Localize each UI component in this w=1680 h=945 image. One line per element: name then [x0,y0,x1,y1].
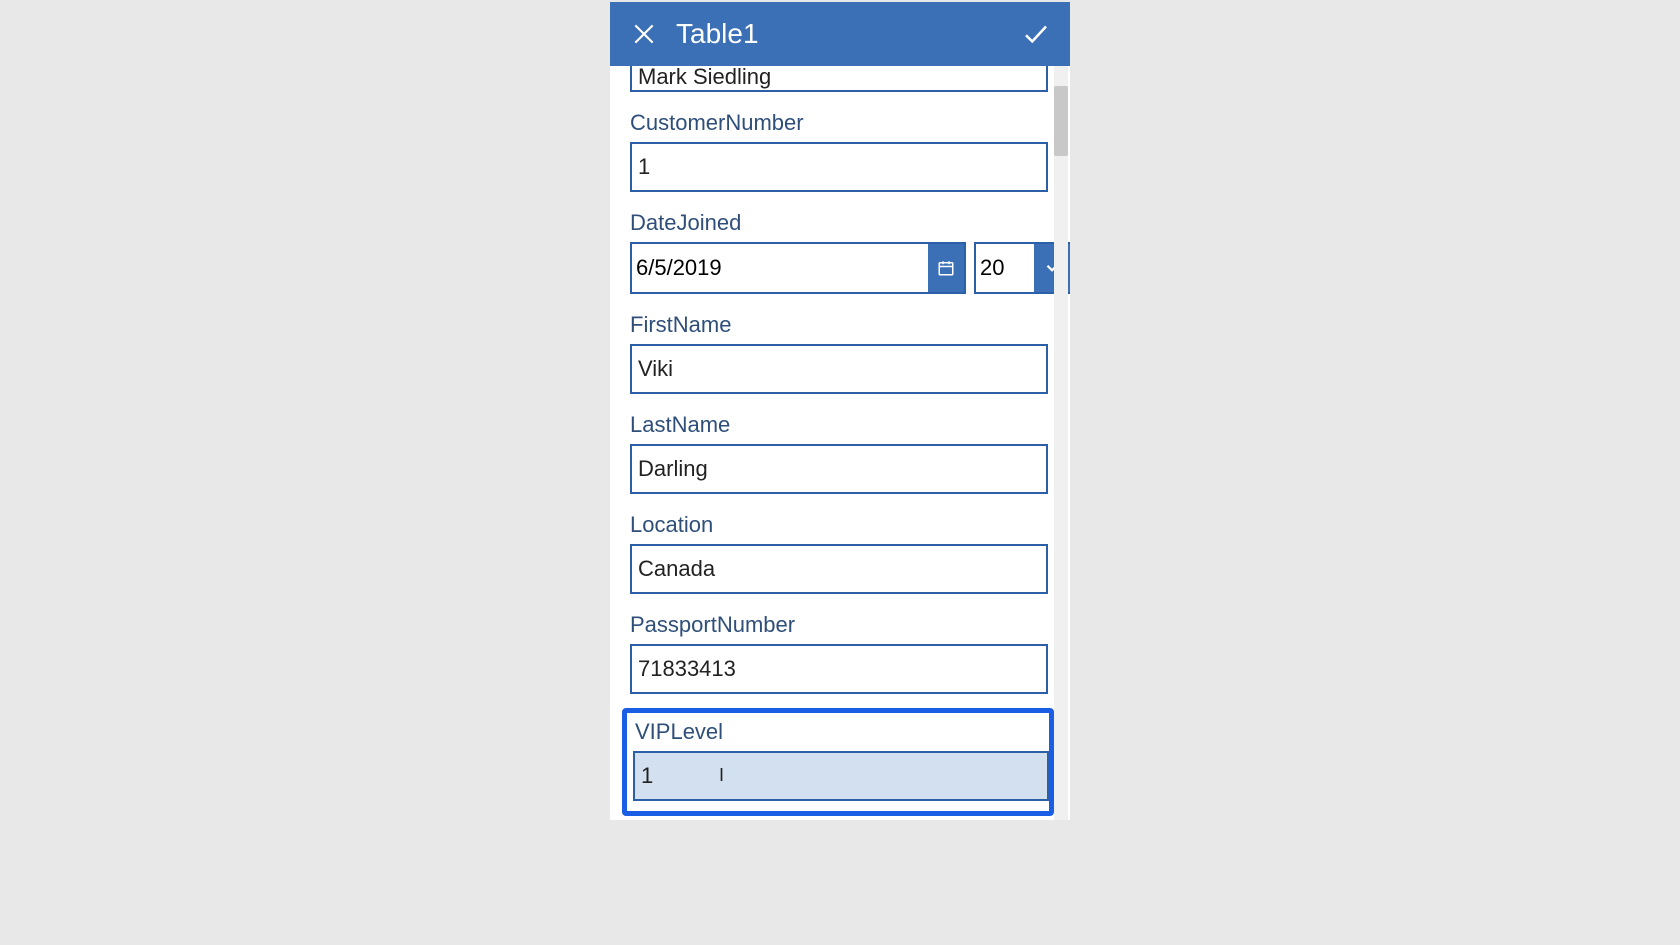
form-title: Table1 [676,18,1018,50]
form-header: Table1 [610,2,1070,66]
form-body: CustomerNumber DateJoined [610,66,1070,820]
calendar-icon [937,259,955,277]
input-passport-number[interactable] [630,644,1048,694]
label-customer-number: CustomerNumber [630,110,1050,136]
field-last-name: LastName [630,412,1050,494]
input-last-name[interactable] [630,444,1048,494]
label-last-name: LastName [630,412,1050,438]
input-customer-number[interactable] [630,142,1048,192]
input-first-name[interactable] [630,344,1048,394]
input-vip-level[interactable] [633,751,1049,801]
field-date-joined: DateJoined [630,210,1050,294]
label-date-joined: DateJoined [630,210,1050,236]
field-customer-number: CustomerNumber [630,110,1050,192]
previous-field-input[interactable] [630,66,1048,92]
field-passport-number: PassportNumber [630,612,1050,694]
check-icon [1021,19,1051,49]
label-vip-level: VIPLevel [635,719,1043,745]
label-first-name: FirstName [630,312,1050,338]
input-date-joined[interactable] [632,244,928,292]
scrollbar-track[interactable] [1054,66,1068,820]
field-first-name: FirstName [630,312,1050,394]
confirm-button[interactable] [1018,16,1054,52]
date-input-wrap [630,242,966,294]
text-cursor-icon: I [719,765,720,789]
label-location: Location [630,512,1050,538]
input-hour[interactable] [976,244,1034,292]
label-passport-number: PassportNumber [630,612,1050,638]
input-location[interactable] [630,544,1048,594]
field-vip-level-highlight: VIPLevel I [622,708,1054,816]
field-location: Location [630,512,1050,594]
close-icon [631,21,657,47]
scrollbar-thumb[interactable] [1054,86,1068,156]
calendar-button[interactable] [928,244,964,292]
app-frame: Table1 CustomerNumber DateJoined [610,2,1070,820]
close-button[interactable] [626,16,662,52]
